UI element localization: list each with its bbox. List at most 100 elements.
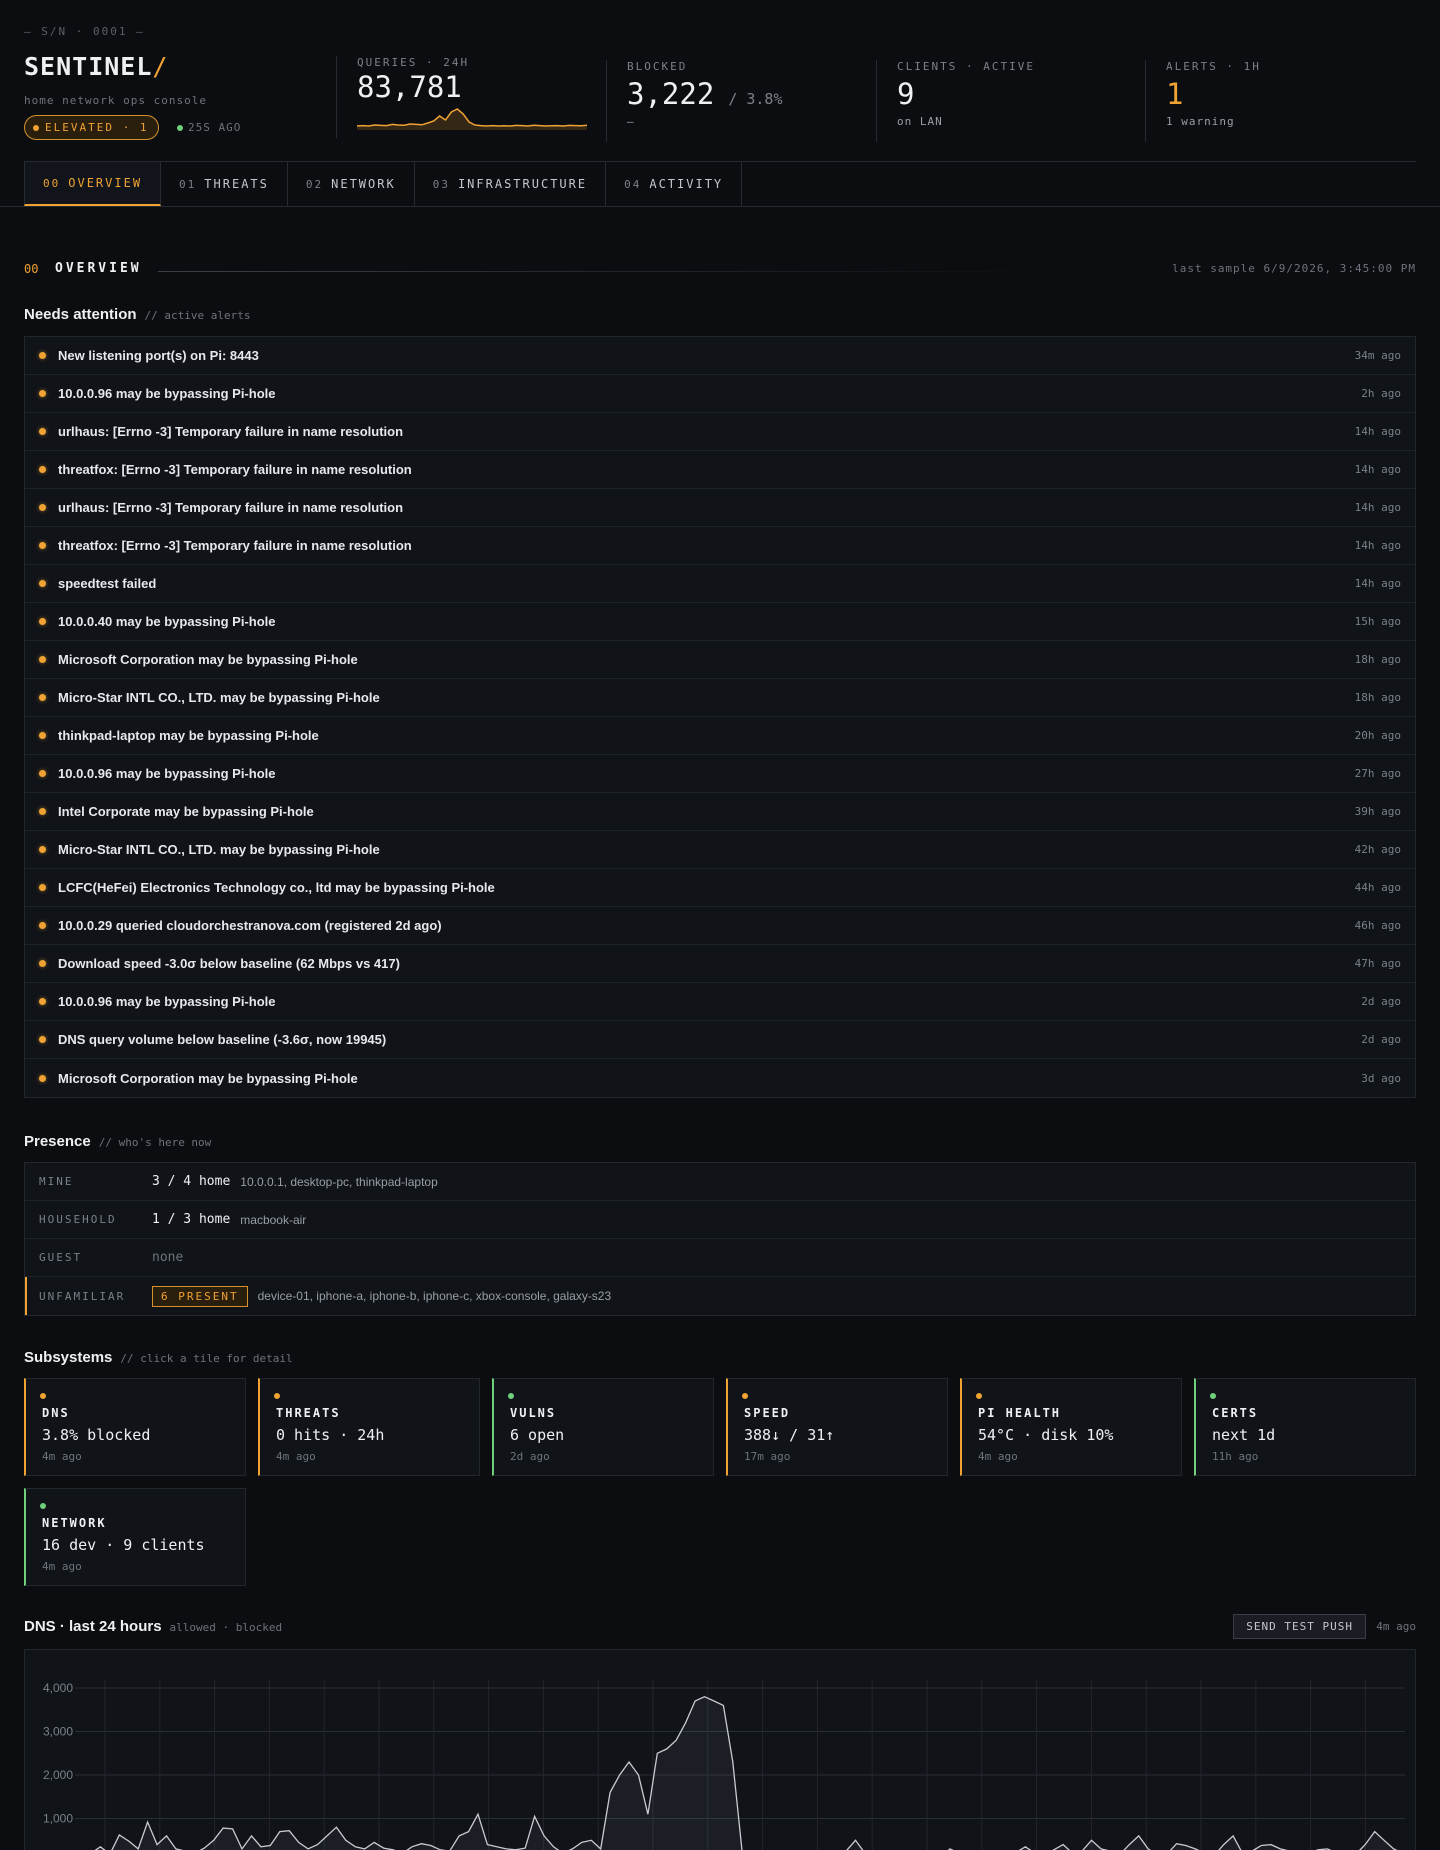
alert-time: 14h ago (1354, 501, 1401, 514)
alert-item[interactable]: Microsoft Corporation may be bypassing P… (25, 1059, 1415, 1097)
alert-time: 27h ago (1354, 767, 1401, 780)
subsystems-title: Subsystems (24, 1349, 113, 1366)
presence-row-mine[interactable]: MINE 3 / 4 home 10.0.0.1, desktop-pc, th… (25, 1163, 1415, 1201)
presence-row-unfamiliar[interactable]: UNFAMILIAR 6 PRESENT device-01, iphone-a… (25, 1277, 1415, 1315)
alert-dot-icon (39, 770, 46, 777)
alert-item[interactable]: thinkpad-laptop may be bypassing Pi-hole… (25, 717, 1415, 755)
alert-item[interactable]: Intel Corporate may be bypassing Pi-hole… (25, 793, 1415, 831)
y-tick-label: 3,000 (43, 1725, 73, 1739)
metric-clients[interactable]: CLIENTS · ACTIVE 9 on LAN (876, 60, 1146, 142)
tile-time: 17m ago (744, 1450, 791, 1463)
alert-time: 2d ago (1361, 1033, 1401, 1046)
tab-threats[interactable]: 01 THREATS (161, 162, 288, 206)
tab-activity[interactable]: 04 ACTIVITY (606, 162, 743, 206)
tile-time: 4m ago (978, 1450, 1018, 1463)
alert-text: speedtest failed (58, 576, 157, 591)
subsystem-tile-network[interactable]: NETWORK 16 dev · 9 clients 4m ago (24, 1488, 246, 1586)
metric-alerts[interactable]: ALERTS · 1H 1 1 warning (1145, 60, 1416, 142)
subsystem-tile-certs[interactable]: CERTS next 1d 11h ago (1194, 1378, 1416, 1476)
series-line-allowed (94, 1695, 1398, 1850)
alert-item[interactable]: threatfox: [Errno -3] Temporary failure … (25, 451, 1415, 489)
y-tick-label: 2,000 (43, 1768, 73, 1782)
alert-item[interactable]: Microsoft Corporation may be bypassing P… (25, 641, 1415, 679)
send-test-push-button[interactable]: SEND TEST PUSH (1233, 1614, 1366, 1639)
tile-name: DNS (42, 1406, 70, 1420)
status-badge[interactable]: ELEVATED · 1 (24, 115, 160, 140)
alert-text: 10.0.0.96 may be bypassing Pi-hole (58, 766, 276, 781)
subsystem-tile-pi-health[interactable]: PI HEALTH 54°C · disk 10% 4m ago (960, 1378, 1182, 1476)
alert-time: 42h ago (1354, 843, 1401, 856)
alert-item[interactable]: Micro-Star INTL CO., LTD. may be bypassi… (25, 831, 1415, 869)
alert-item[interactable]: 10.0.0.96 may be bypassing Pi-hole 2d ago (25, 983, 1415, 1021)
sparkline-area (357, 109, 587, 130)
presence-row-guest[interactable]: GUEST none (25, 1239, 1415, 1277)
subsystem-tile-threats[interactable]: THREATS 0 hits · 24h 4m ago (258, 1378, 480, 1476)
presence-none: none (152, 1250, 184, 1265)
subsystem-tile-dns[interactable]: DNS 3.8% blocked 4m ago (24, 1378, 246, 1476)
presence-count: 3 / 4 home (152, 1174, 231, 1189)
alert-time: 39h ago (1354, 805, 1401, 818)
needs-attention-title: Needs attention (24, 306, 137, 323)
alert-time: 14h ago (1354, 463, 1401, 476)
alert-item[interactable]: 10.0.0.40 may be bypassing Pi-hole 15h ag… (25, 603, 1415, 641)
dns-chart-svg: 4,000 3,000 2,000 1,000 (43, 1680, 1405, 1850)
alert-item[interactable]: 10.0.0.29 queried cloudorchestranova.com… (25, 907, 1415, 945)
live-dot-icon (177, 124, 183, 131)
tile-status-icon (742, 1393, 748, 1399)
subsystems-comment: // click a tile for detail (120, 1352, 293, 1365)
alert-item[interactable]: 10.0.0.96 may be bypassing Pi-hole 2h ago (25, 375, 1415, 413)
alert-text: thinkpad-laptop may be bypassing Pi-hole (58, 728, 319, 743)
tab-network[interactable]: 02 NETWORK (288, 162, 415, 206)
alert-item[interactable]: threatfox: [Errno -3] Temporary failure … (25, 527, 1415, 565)
metric-blocked[interactable]: BLOCKED 3,222 / 3.8% — (606, 60, 876, 142)
presence-row-household[interactable]: HOUSEHOLD 1 / 3 home macbook-air (25, 1201, 1415, 1239)
alert-item[interactable]: DNS query volume below baseline (-3.6σ, … (25, 1021, 1415, 1059)
tab-infrastructure[interactable]: 03 INFRASTRUCTURE (415, 162, 607, 206)
tile-time: 4m ago (276, 1450, 316, 1463)
tile-value: 388↓ / 31↑ (744, 1426, 835, 1444)
alert-item[interactable]: Download speed -3.0σ below baseline (62 … (25, 945, 1415, 983)
tab-num: 01 (179, 177, 197, 191)
queries-sparkline (357, 108, 587, 130)
tile-status-icon (1210, 1393, 1216, 1399)
alert-item[interactable]: New listening port(s) on Pi: 8443 34m ago (25, 337, 1415, 375)
header: — S/N · 0001 — SENTINEL/ home network op… (24, 0, 1416, 162)
alert-list: New listening port(s) on Pi: 8443 34m ago… (24, 336, 1416, 1098)
tab-num: 03 (432, 177, 450, 191)
presence-names: macbook-air (240, 1212, 307, 1227)
tile-status-icon (508, 1393, 514, 1399)
alert-dot-icon (39, 1074, 46, 1082)
app-logo[interactable]: SENTINEL/ (24, 52, 168, 81)
subsystem-tile-vulns[interactable]: VULNS 6 open 2d ago (492, 1378, 714, 1476)
alert-text: threatfox: [Errno -3] Temporary failure … (58, 538, 412, 553)
alert-item[interactable]: urlhaus: [Errno -3] Temporary failure in… (25, 489, 1415, 527)
alert-dot-icon (39, 694, 46, 701)
tile-status-icon (40, 1503, 46, 1509)
alert-item[interactable]: 10.0.0.96 may be bypassing Pi-hole 27h ag… (25, 755, 1415, 793)
alert-text: Micro-Star INTL CO., LTD. may be bypassi… (58, 690, 380, 705)
alert-dot-icon (39, 466, 46, 473)
tabs-divider (0, 206, 1440, 207)
needs-attention-comment: // active alerts (144, 309, 251, 322)
metric-queries-value: 83,781 (357, 70, 462, 104)
section-title: OVERVIEW (55, 261, 142, 276)
alert-item[interactable]: urlhaus: [Errno -3] Temporary failure in… (25, 413, 1415, 451)
tab-overview[interactable]: 00 OVERVIEW (24, 162, 162, 206)
alert-dot-icon (39, 428, 46, 435)
presence-heading: Presence // who's here now (24, 1133, 211, 1150)
subsystem-tile-speed[interactable]: SPEED 388↓ / 31↑ 17m ago (726, 1378, 948, 1476)
alert-item[interactable]: Micro-Star INTL CO., LTD. may be bypassi… (25, 679, 1415, 717)
alert-item[interactable]: LCFC(HeFei) Electronics Technology co., … (25, 869, 1415, 907)
presence-count: 1 / 3 home (152, 1212, 231, 1227)
alert-dot-icon (39, 352, 46, 359)
presence-names: device-01, iphone-a, iphone-b, iphone-c,… (257, 1289, 612, 1303)
alert-time: 2h ago (1361, 387, 1401, 400)
dns-chart: 4,000 3,000 2,000 1,000 (24, 1649, 1416, 1850)
metric-blocked-label: BLOCKED (627, 60, 688, 73)
dns-chart-legend: allowed · blocked (169, 1621, 283, 1634)
alert-item[interactable]: speedtest failed 14h ago (25, 565, 1415, 603)
metric-queries[interactable]: QUERIES · 24H 83,781 (336, 56, 606, 138)
alert-text: Microsoft Corporation may be bypassing P… (58, 652, 358, 667)
alert-time: 47h ago (1354, 957, 1401, 970)
presence-label: HOUSEHOLD (39, 1213, 117, 1226)
